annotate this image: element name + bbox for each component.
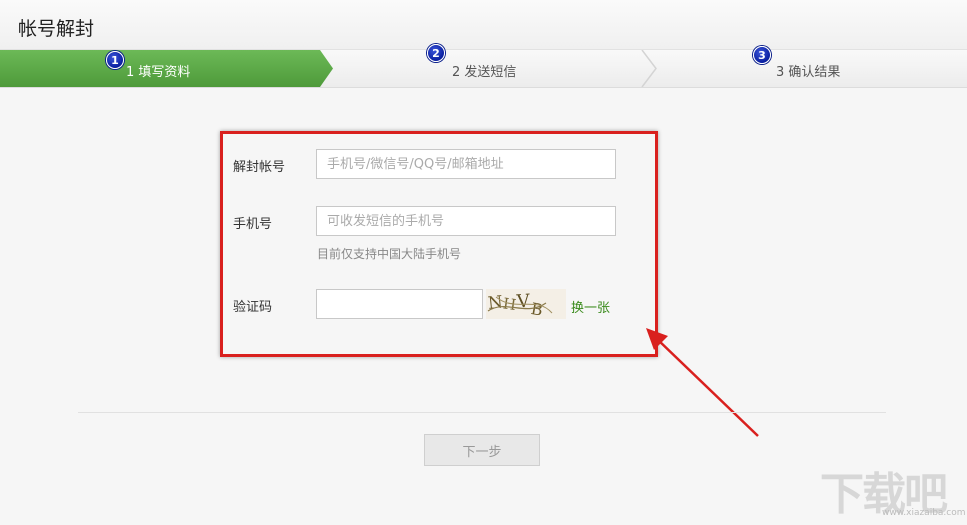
captcha-input[interactable] xyxy=(316,289,483,319)
page-title: 帐号解封 xyxy=(18,18,95,40)
captcha-image[interactable]: N H V B xyxy=(486,289,566,320)
phone-hint: 目前仅支持中国大陆手机号 xyxy=(317,247,462,261)
account-label: 解封帐号 xyxy=(233,160,286,175)
step-progress-bar: 1 1 填写资料 2 2 发送短信 3 3 确认结果 xyxy=(0,44,967,88)
step-3-label: 3 确认结果 xyxy=(776,65,841,80)
step-3-badge: 3 xyxy=(753,46,771,64)
step-1-badge: 1 xyxy=(106,51,124,69)
step-2-label: 2 发送短信 xyxy=(452,65,517,80)
refresh-captcha-link[interactable]: 换一张 xyxy=(571,297,610,316)
next-step-button[interactable]: 下一步 xyxy=(424,434,540,466)
watermark-logo: 下载吧 www.xiazaiba.com xyxy=(820,458,966,520)
step-divider-chevron xyxy=(641,50,657,87)
page-header: 帐号解封 xyxy=(0,0,967,50)
account-input[interactable] xyxy=(316,149,616,179)
phone-label: 手机号 xyxy=(233,217,273,232)
red-arrow-annotation xyxy=(646,328,759,437)
form-divider xyxy=(78,412,886,413)
step-2-badge: 2 xyxy=(427,44,445,62)
captcha-graphic: N H V B xyxy=(487,291,553,320)
captcha-label: 验证码 xyxy=(233,300,273,315)
svg-text:V: V xyxy=(515,291,531,313)
phone-input[interactable] xyxy=(316,206,616,236)
step-1-label: 1 填写资料 xyxy=(126,65,191,80)
watermark-url: www.xiazaiba.com xyxy=(882,508,966,518)
